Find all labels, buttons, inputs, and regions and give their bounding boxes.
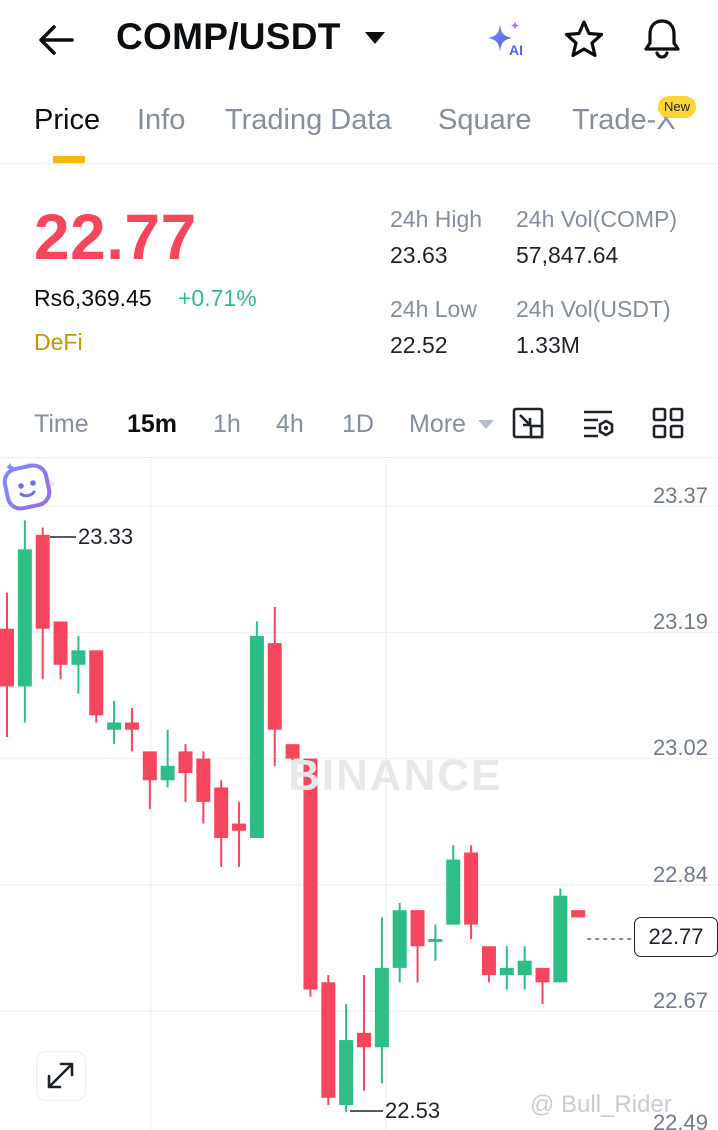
candle-body [392, 910, 407, 968]
watermark: BINANCE [288, 751, 503, 800]
candle-body [446, 859, 461, 925]
arrow-left-icon[interactable] [34, 18, 78, 62]
interval-1h[interactable]: 1h [213, 410, 241, 439]
expand-chart-button[interactable] [36, 1051, 86, 1101]
top-bar: COMP/USDT AI [0, 0, 718, 80]
sparkle-ai-icon[interactable]: AI [482, 18, 528, 60]
high-label: 24h High [390, 206, 483, 232]
candle-body [17, 549, 32, 687]
candle-body [357, 1032, 371, 1048]
layout-grid-icon[interactable] [651, 406, 685, 440]
vol-base-value: 57,847.64 [516, 242, 619, 268]
fiat-price: Rs6,369.45 [34, 285, 152, 311]
star-icon[interactable] [563, 18, 605, 60]
candle-body [53, 621, 68, 665]
candle-body [410, 910, 425, 947]
low-value: 22.52 [390, 332, 448, 358]
vol-quote-label: 24h Vol(USDT) [516, 296, 671, 322]
candle-body [0, 628, 14, 687]
caret-down-icon[interactable] [364, 30, 386, 46]
bell-icon[interactable] [640, 16, 684, 60]
candle-body [481, 946, 496, 976]
candle-body [142, 751, 157, 781]
last-price: 22.77 [34, 201, 197, 273]
expand-arrows-icon [47, 1062, 74, 1089]
candle-body [553, 895, 568, 983]
last-price-tag: 22.77 [634, 917, 718, 957]
vol-base-label: 24h Vol(COMP) [516, 206, 678, 232]
interval-time[interactable]: Time [34, 410, 89, 439]
y-axis-label: 23.37 [652, 483, 708, 508]
candle-body [89, 650, 104, 716]
interval-1d[interactable]: 1D [342, 410, 374, 439]
y-axis-label: 22.67 [652, 988, 708, 1013]
tab-info[interactable]: Info [137, 104, 185, 137]
candle-body [124, 722, 139, 730]
vol-quote-value: 1.33M [516, 332, 580, 358]
new-badge: New [658, 96, 697, 118]
candle-body [196, 758, 211, 802]
candle-body [374, 967, 389, 1048]
interval-bar: Time 15m 1h 4h 1D More [0, 396, 718, 458]
active-tab-indicator [53, 156, 85, 163]
candle-body [232, 823, 247, 831]
candle-body [160, 765, 175, 781]
ai-label: AI [509, 42, 523, 58]
low-marker-label: 22.53 [385, 1098, 441, 1123]
candle-body [214, 787, 229, 838]
tab-bar: Price Info Trading Data Square Trade-X [0, 90, 718, 164]
candle-body [517, 960, 532, 976]
candle-body [71, 650, 86, 665]
indicator-settings-icon[interactable] [582, 406, 616, 440]
candle-body [321, 982, 336, 1098]
candle-body [178, 751, 193, 774]
price-change-percent: +0.71% [178, 285, 257, 311]
candle-body [499, 967, 514, 976]
y-axis-label: 22.84 [652, 862, 708, 887]
candle-body [35, 534, 50, 629]
caret-down-icon[interactable] [478, 420, 494, 430]
watermark-credit: @ Bull_Rider [530, 1091, 672, 1118]
candle-body [428, 939, 443, 943]
candle-body [339, 1040, 354, 1106]
sector-tag[interactable]: DeFi [34, 329, 83, 356]
high-value: 23.63 [390, 242, 448, 268]
candle-body [571, 910, 586, 918]
high-marker-label: 23.33 [78, 524, 134, 549]
candle-body [249, 635, 264, 838]
chart-fit-icon[interactable] [511, 406, 545, 440]
bot-face-icon[interactable] [0, 459, 56, 513]
tab-price[interactable]: Price [34, 104, 100, 137]
interval-more[interactable]: More [409, 410, 466, 439]
candle-body [535, 967, 550, 983]
y-axis-label: 23.19 [652, 609, 708, 634]
pair-title[interactable]: COMP/USDT [116, 16, 341, 58]
low-label: 24h Low [390, 296, 477, 322]
candle-body [267, 643, 282, 730]
y-axis-label: 23.02 [652, 735, 708, 760]
candle-body [464, 852, 479, 925]
candlestick-chart[interactable]: BINANCE 23.37 23.19 23.02 22.84 22.67 22… [0, 459, 718, 1130]
tab-square[interactable]: Square [438, 104, 532, 137]
tab-trading-data[interactable]: Trading Data [225, 104, 392, 137]
candle-body [107, 722, 122, 730]
interval-15m[interactable]: 15m [127, 410, 177, 439]
interval-4h[interactable]: 4h [276, 410, 304, 439]
